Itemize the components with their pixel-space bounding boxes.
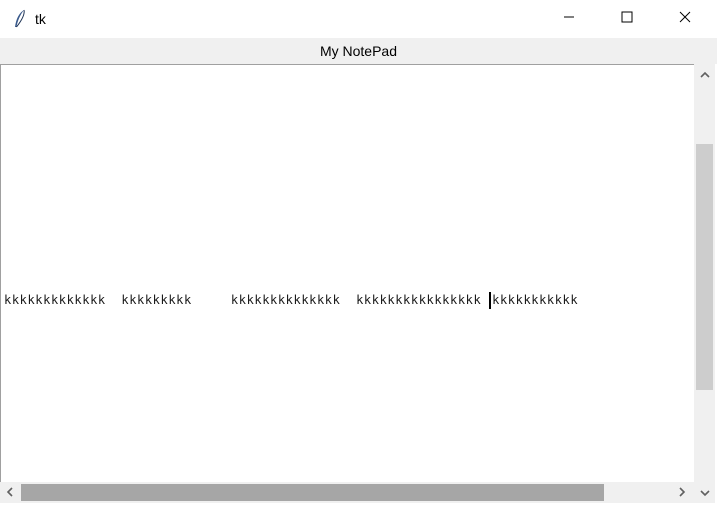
scroll-down-button[interactable] [694,482,715,503]
scroll-left-button[interactable] [0,482,20,503]
scroll-right-button[interactable] [672,482,692,503]
text-line[interactable]: kkkkkkkkkkkkk kkkkkkkkk kkkkkkkkkkkkkk k… [4,292,578,309]
window-title: tk [35,11,46,27]
text-caret [489,292,492,309]
scroll-up-button[interactable] [694,64,715,86]
chevron-up-icon [699,66,710,84]
horizontal-scrollbar[interactable] [0,482,694,503]
app-window: tk My NotePad kkkkkkkkkkkkk kkkkkkkkk kk… [0,0,717,506]
close-icon [679,10,691,28]
chevron-right-icon [678,484,686,502]
vertical-scrollbar[interactable] [694,64,715,482]
chevron-down-icon [699,484,710,502]
feather-icon [12,9,28,29]
close-button[interactable] [656,0,714,38]
horizontal-scroll-thumb[interactable] [21,484,604,501]
text-before-caret: kkkkkkkkkkkkk kkkkkkkkk kkkkkkkkkkkkkk k… [4,293,490,307]
maximize-icon [621,10,633,28]
chevron-left-icon [6,484,14,502]
vertical-scroll-thumb[interactable] [696,144,713,390]
maximize-button[interactable] [598,0,656,38]
title-bar[interactable]: tk [0,0,717,38]
notepad-header-label: My NotePad [0,38,717,64]
text-editor[interactable]: kkkkkkkkkkkkk kkkkkkkkk kkkkkkkkkkkkkk k… [0,64,694,482]
minimize-icon [563,10,575,28]
text-after-caret: kkkkkkkkkkk [492,293,579,307]
minimize-button[interactable] [540,0,598,38]
